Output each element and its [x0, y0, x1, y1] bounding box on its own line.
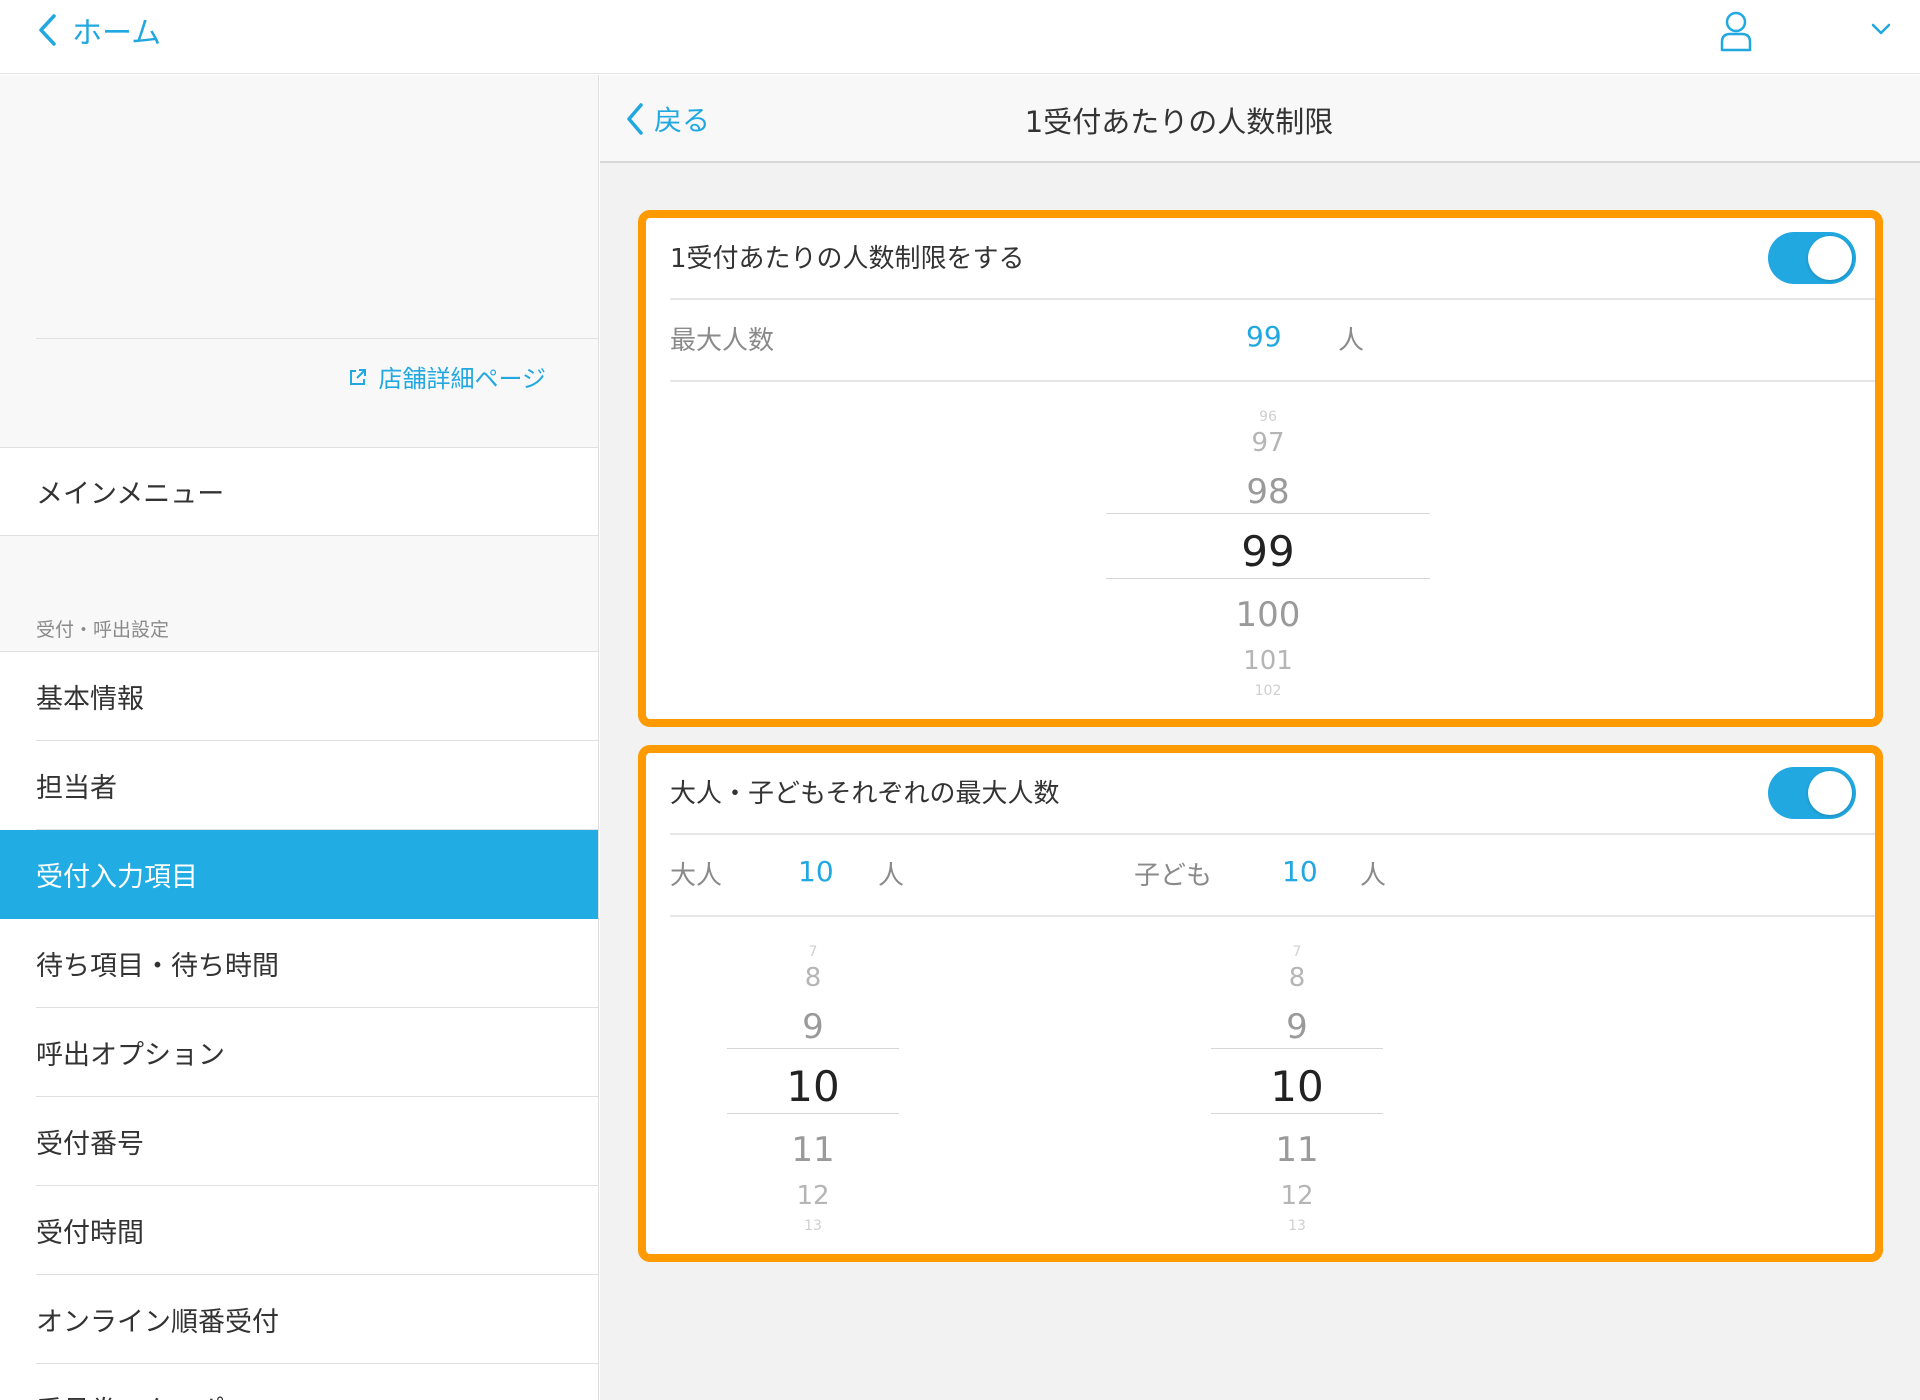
sidebar: 店舗詳細ページ メインメニュー 受付・呼出設定 基本情報 担当者 受付入力項目 … [0, 75, 599, 1400]
adult-unit: 人 [878, 861, 905, 891]
sidebar-item-reception-fields[interactable]: 受付入力項目 [0, 830, 598, 919]
page-title: 1受付あたりの人数制限 [600, 99, 1920, 141]
sidebar-item-reception-number[interactable]: 受付番号 [0, 1097, 598, 1186]
chevron-left-icon [39, 14, 56, 46]
limit-per-reception-card: 1受付あたりの人数制限をする 最大人数 99 人 96 97 98 99 100… [638, 210, 1883, 727]
divider [36, 338, 598, 339]
adult-value[interactable]: 10 [798, 855, 834, 888]
external-link-icon [350, 368, 367, 385]
home-back-label: ホーム [72, 16, 162, 51]
picker-selection-line [727, 1048, 899, 1049]
adult-child-limit-card: 大人・子どもそれぞれの最大人数 大人 10 人 子ども 10 人 7 8 9 1… [638, 745, 1883, 1262]
divider [670, 298, 1875, 300]
top-bar: ホーム [0, 0, 1920, 74]
picker-option: 102 [1254, 683, 1282, 699]
picker-option: 11 [1275, 1130, 1319, 1170]
child-unit: 人 [1360, 861, 1387, 891]
store-detail-link[interactable]: 店舗詳細ページ [348, 359, 546, 394]
picker-option: 101 [1243, 646, 1293, 676]
picker-option: 8 [1288, 963, 1306, 993]
picker-option: 100 [1235, 595, 1301, 635]
divider [670, 915, 1875, 917]
picker-selection-line [1211, 1048, 1383, 1049]
home-back-button[interactable]: ホーム [36, 8, 161, 52]
adult-child-toggle[interactable] [1768, 767, 1856, 819]
picker-option-selected: 10 [786, 1062, 840, 1111]
picker-option-selected: 99 [1241, 527, 1295, 576]
sidebar-item-basic-info[interactable]: 基本情報 [0, 652, 598, 741]
sidebar-item-coupon[interactable]: 番号券・クーポン [0, 1364, 598, 1400]
max-people-unit: 人 [1338, 326, 1365, 356]
store-detail-label: 店舗詳細ページ [378, 365, 546, 393]
limit-toggle[interactable] [1768, 232, 1856, 284]
picker-option: 12 [1280, 1181, 1314, 1211]
user-icon[interactable] [1718, 10, 1754, 52]
chevron-down-icon[interactable] [1868, 18, 1894, 40]
sidebar-item-reception-hours[interactable]: 受付時間 [0, 1186, 598, 1275]
picker-selection-line [1106, 513, 1430, 514]
adult-child-toggle-label: 大人・子どもそれぞれの最大人数 [670, 779, 1060, 809]
picker-option: 7 [1292, 944, 1302, 960]
sidebar-item-online-queue[interactable]: オンライン順番受付 [0, 1275, 598, 1364]
child-value[interactable]: 10 [1282, 855, 1318, 888]
picker-option: 9 [1286, 1007, 1308, 1047]
sidebar-item-staff[interactable]: 担当者 [0, 741, 598, 830]
page-title-text: 1受付あたりの人数制限 [1024, 105, 1334, 139]
sidebar-item-wait-items[interactable]: 待ち項目・待ち時間 [0, 919, 598, 1008]
nav-list: 基本情報 担当者 受付入力項目 待ち項目・待ち時間 呼出オプション 受付番号 受… [0, 651, 598, 1400]
adult-picker[interactable]: 7 8 9 10 11 12 13 [727, 923, 899, 1253]
picker-option: 13 [804, 1218, 822, 1234]
child-label: 子ども [1134, 861, 1213, 891]
main-panel: 戻る 1受付あたりの人数制限 1受付あたりの人数制限をする 最大人数 99 人 … [600, 75, 1920, 1400]
picker-selection-line [727, 1113, 899, 1114]
max-people-label: 最大人数 [670, 326, 775, 356]
max-people-picker[interactable]: 96 97 98 99 100 101 102 [1106, 388, 1430, 718]
picker-option-selected: 10 [1270, 1062, 1324, 1111]
picker-option: 13 [1288, 1218, 1306, 1234]
picker-option: 7 [808, 944, 818, 960]
picker-selection-line [1106, 578, 1430, 579]
picker-option: 98 [1246, 472, 1290, 512]
main-menu-item[interactable]: メインメニュー [0, 447, 598, 536]
picker-selection-line [1211, 1113, 1383, 1114]
sidebar-item-call-options[interactable]: 呼出オプション [0, 1008, 598, 1097]
divider [670, 833, 1875, 835]
picker-option: 9 [802, 1007, 824, 1047]
child-picker[interactable]: 7 8 9 10 11 12 13 [1211, 923, 1383, 1253]
limit-toggle-label: 1受付あたりの人数制限をする [670, 244, 1025, 274]
picker-option: 12 [796, 1181, 830, 1211]
picker-option: 11 [791, 1130, 835, 1170]
adult-label: 大人 [670, 861, 723, 891]
picker-option: 97 [1251, 428, 1285, 458]
picker-option: 96 [1259, 409, 1277, 425]
section-label: 受付・呼出設定 [36, 619, 170, 641]
max-people-value[interactable]: 99 [1246, 320, 1282, 353]
main-header: 戻る 1受付あたりの人数制限 [600, 75, 1920, 163]
picker-option: 8 [804, 963, 822, 993]
divider [670, 380, 1875, 382]
